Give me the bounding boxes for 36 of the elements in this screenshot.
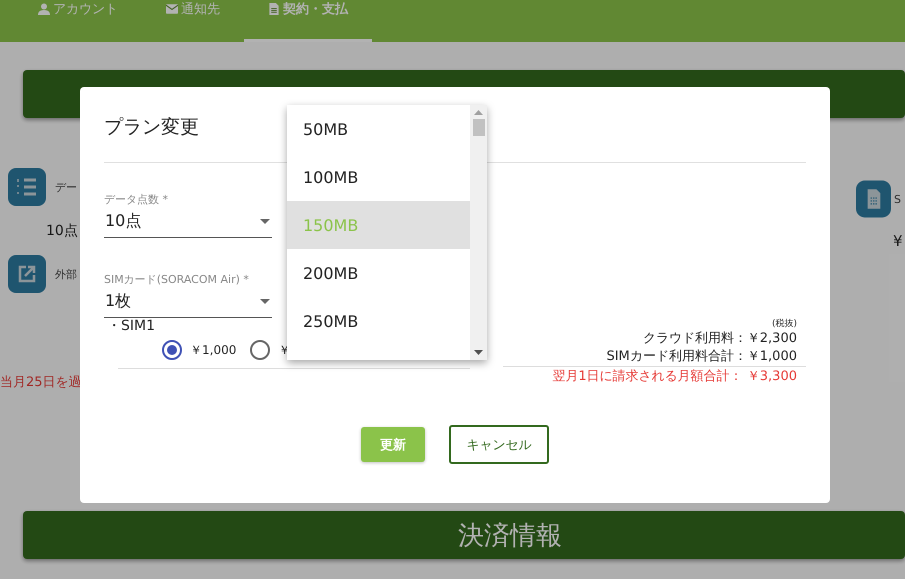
section-title: 決済情報	[457, 520, 562, 552]
envelope-icon	[166, 3, 178, 15]
scroll-thumb[interactable]	[472, 119, 484, 136]
dialog-title: プラン変更	[104, 116, 199, 138]
sim-label: ・SIM1	[107, 318, 156, 334]
dropdown-option[interactable]: 50MB	[287, 105, 470, 153]
select-field[interactable]: 1枚	[104, 287, 272, 318]
tax-note: (税抜)	[770, 318, 798, 330]
item-label: デー	[55, 180, 77, 194]
person-icon	[38, 3, 50, 15]
dropdown-option[interactable]: 250MB	[287, 297, 470, 345]
radio-button[interactable]	[250, 340, 270, 360]
select-field[interactable]: 10点	[104, 207, 272, 238]
item-label: S	[894, 192, 901, 206]
item-value: ¥	[893, 232, 904, 250]
dropdown-option[interactable]: 100MB	[287, 153, 470, 201]
cancel-button[interactable]: キャンセル	[449, 425, 549, 464]
list-icon	[8, 168, 46, 206]
radio-button[interactable]	[162, 340, 182, 360]
document-icon	[268, 3, 280, 15]
caret-icon	[260, 298, 270, 304]
sim-card-icon	[856, 180, 891, 218]
field-label: データ点数 *	[104, 193, 169, 207]
dropdown-option[interactable]: 200MB	[287, 249, 470, 297]
fee-line: クラウド利用料：￥2,300	[642, 330, 798, 348]
price-label: ￥1,000	[190, 342, 236, 358]
caret-icon	[260, 218, 270, 224]
item-value: 10点	[46, 222, 78, 240]
scrollbar[interactable]	[470, 105, 487, 360]
item-label: 外部	[55, 266, 77, 282]
monthly-total: 翌月1日に請求される月額合計： ￥3,300	[503, 366, 806, 386]
notice-text: 当月25日を過	[0, 374, 82, 391]
external-link-icon	[8, 255, 46, 293]
field-label: SIMカード(SORACOM Air) *	[104, 273, 250, 287]
down-arrow-icon[interactable]	[474, 350, 483, 355]
fee-line: SIMカード利用料合計：￥1,000	[605, 348, 798, 366]
